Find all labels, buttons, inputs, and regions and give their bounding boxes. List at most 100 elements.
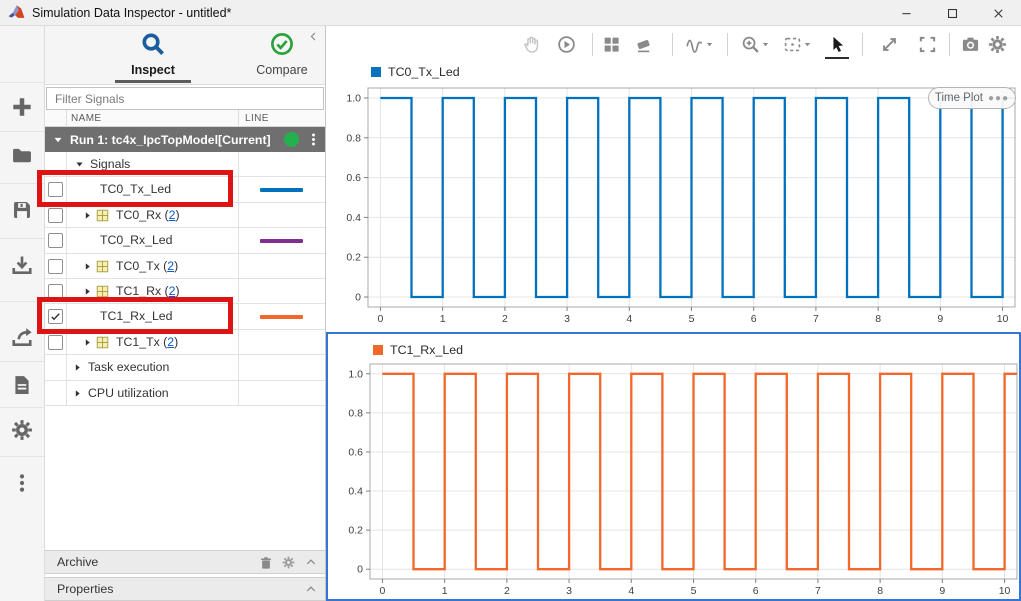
signal-label: TC0_Tx_Led xyxy=(100,182,172,197)
properties-section-header[interactable]: Properties xyxy=(45,577,325,601)
import-button[interactable] xyxy=(0,243,44,287)
caret-down-icon[interactable] xyxy=(705,40,714,49)
category-label: CPU utilization xyxy=(88,385,169,400)
collapse-sidebar-button[interactable] xyxy=(308,30,319,45)
plot-canvas[interactable]: 0 1 2 3 4 5 6 7 8 9 10 0 0.2 0.4 0.6 0.8 1.0 xyxy=(326,62,1021,332)
clear-plots-button[interactable] xyxy=(630,31,656,57)
element-count-link[interactable]: 2 xyxy=(167,259,174,273)
replay-button[interactable] xyxy=(553,31,579,57)
plot-canvas[interactable]: 0 1 2 3 4 5 6 7 8 9 10 0 0.2 0.4 0.6 0.8 1.0 xyxy=(328,334,1021,601)
line-style-swatch[interactable] xyxy=(260,239,303,243)
table-row-task-execution[interactable]: Task execution xyxy=(45,355,325,381)
signal-checkbox[interactable] xyxy=(48,283,63,299)
expander-right-icon[interactable] xyxy=(83,338,92,347)
signal-display-button[interactable] xyxy=(681,31,707,57)
archive-collapse-button[interactable] xyxy=(305,556,317,571)
signal-checkbox[interactable] xyxy=(48,182,63,198)
window-controls xyxy=(883,0,1021,26)
table-row-tc0-tx[interactable]: TC0_Tx (2) xyxy=(45,253,325,279)
signal-checkbox[interactable] xyxy=(48,309,63,325)
archive-delete-button[interactable] xyxy=(259,556,273,573)
group-row-signals[interactable]: Signals xyxy=(45,152,325,178)
signal-checkbox[interactable] xyxy=(48,233,63,249)
signal-table-body: Signals TC0_Tx_Led TC0_Rx (2) TC0_Rx_Led TC0… xyxy=(45,152,325,406)
zoom-button[interactable] xyxy=(737,31,763,57)
svg-text:0: 0 xyxy=(357,564,363,576)
time-plot-badge[interactable]: Time Plot ●●● xyxy=(928,87,1016,109)
expander-down-icon[interactable] xyxy=(75,160,84,169)
table-row-tc1-tx[interactable]: TC1_Tx (2) xyxy=(45,329,325,356)
filter-signals-wrap xyxy=(46,87,324,110)
badge-label: Time Plot xyxy=(934,92,983,104)
maximize-plot-button[interactable] xyxy=(914,31,940,57)
folder-icon xyxy=(13,148,31,163)
minimize-icon xyxy=(901,12,911,14)
close-button[interactable] xyxy=(975,0,1021,26)
signal-checkbox[interactable] xyxy=(48,207,63,223)
plot-tc0-tx-led[interactable]: TC0_Tx_Led 0 1 2 3 4 5 6 7 8 9 10 0 0.2 0.4 0.6 0.8 1.0 Ti… xyxy=(326,62,1021,332)
table-row-tc1-rx[interactable]: TC1_Rx (2) xyxy=(45,278,325,305)
svg-text:7: 7 xyxy=(815,585,821,597)
table-row-cpu-utilization[interactable]: CPU utilization xyxy=(45,380,325,406)
tab-inspect[interactable]: Inspect xyxy=(98,30,208,85)
new-button[interactable] xyxy=(0,85,44,129)
expander-right-icon[interactable] xyxy=(83,262,92,271)
signal-checkbox[interactable] xyxy=(48,258,63,274)
triangle-right-icon xyxy=(85,288,90,295)
create-report-button[interactable] xyxy=(0,363,44,407)
table-row-tc1-rx-led[interactable]: TC1_Rx_Led xyxy=(45,304,325,330)
chevron-up-icon xyxy=(305,583,317,595)
more-options-button[interactable] xyxy=(0,461,44,505)
table-row-tc0-rx-led[interactable]: TC0_Rx_Led xyxy=(45,228,325,254)
expander-right-icon[interactable] xyxy=(73,389,82,398)
run-header-row[interactable]: Run 1: tc4x_IpcTopModel[Current] xyxy=(45,127,325,152)
fit-to-view-button[interactable] xyxy=(779,31,805,57)
element-count-link[interactable]: 2 xyxy=(167,335,174,349)
archive-section-header[interactable]: Archive xyxy=(45,550,325,574)
table-row-tc0-rx[interactable]: TC0_Rx (2) xyxy=(45,202,325,229)
maximize-button[interactable] xyxy=(929,0,975,26)
visualization-settings-button[interactable] xyxy=(984,31,1010,57)
badge-menu-dots-icon[interactable]: ●●● xyxy=(988,93,1009,104)
properties-collapse-button[interactable] xyxy=(305,583,317,598)
expander-right-icon[interactable] xyxy=(73,363,82,372)
bus-signal-icon xyxy=(96,336,109,349)
run-menu-button[interactable] xyxy=(298,132,321,150)
legend-label: TC0_Tx_Led xyxy=(388,65,460,79)
snapshot-button[interactable] xyxy=(957,31,983,57)
save-button[interactable] xyxy=(0,188,44,232)
expander-right-icon[interactable] xyxy=(83,211,92,220)
minimize-icon xyxy=(900,7,913,20)
table-row-tc0-tx-led[interactable]: TC0_Tx_Led xyxy=(45,177,325,203)
line-style-swatch[interactable] xyxy=(260,188,303,192)
svg-text:1: 1 xyxy=(442,585,448,597)
category-label: Task execution xyxy=(88,360,170,375)
open-button[interactable] xyxy=(0,133,44,177)
caret-down-icon xyxy=(706,43,713,47)
archive-settings-button[interactable] xyxy=(282,556,295,572)
subplot-layout-button[interactable] xyxy=(598,31,624,57)
run-expander-icon[interactable] xyxy=(53,135,63,145)
svg-text:0.2: 0.2 xyxy=(348,525,363,537)
element-count-link[interactable]: 2 xyxy=(169,208,176,222)
expand-button[interactable] xyxy=(876,31,902,57)
pointer-button[interactable] xyxy=(824,31,850,57)
signal-checkbox[interactable] xyxy=(48,334,63,350)
search-icon xyxy=(142,33,164,55)
minimize-button[interactable] xyxy=(883,0,929,26)
filter-signals-input[interactable] xyxy=(46,87,324,110)
preferences-button[interactable] xyxy=(0,408,44,452)
toolbar-separator xyxy=(0,131,44,132)
maximize-icon xyxy=(946,7,959,20)
expander-right-icon[interactable] xyxy=(83,287,92,296)
caret-down-icon[interactable] xyxy=(803,40,812,49)
svg-text:1.0: 1.0 xyxy=(348,368,363,380)
triangle-right-icon xyxy=(75,364,80,371)
export-button[interactable] xyxy=(0,315,44,359)
tab-compare[interactable]: Compare xyxy=(227,30,337,85)
caret-down-icon[interactable] xyxy=(761,40,770,49)
pan-button[interactable] xyxy=(518,31,544,57)
plot-tc1-rx-led[interactable]: TC1_Rx_Led 0 1 2 3 4 5 6 7 8 9 10 0 0.2 0.4 0.6 0.8 1.0 xyxy=(326,332,1021,601)
element-count-link[interactable]: 2 xyxy=(169,284,176,298)
line-style-swatch[interactable] xyxy=(260,315,303,319)
